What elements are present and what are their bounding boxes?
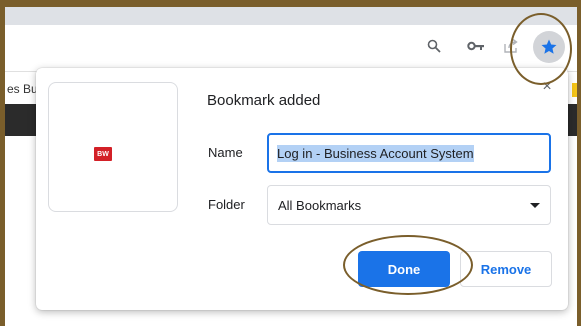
- bookmark-item[interactable]: es Bu: [7, 82, 38, 96]
- annotation-circle: [343, 235, 473, 295]
- bookmark-added-dialog: BW Bookmark added × Name Log in - Busine…: [36, 68, 568, 310]
- frame-border: [0, 0, 5, 326]
- folder-select-value: All Bookmarks: [278, 197, 362, 213]
- tab-strip: [5, 7, 577, 25]
- page-thumbnail: BW: [48, 82, 178, 212]
- frame-border: [0, 0, 581, 7]
- folder-select[interactable]: All Bookmarks: [267, 185, 551, 225]
- name-label: Name: [208, 145, 243, 160]
- browser-window: es Bu BW Bookmark added × Name Log in - …: [0, 0, 581, 326]
- zoom-icon[interactable]: [424, 36, 444, 56]
- site-logo: BW: [94, 147, 112, 161]
- chevron-down-icon: [530, 202, 540, 208]
- address-toolbar: [5, 25, 577, 71]
- annotation-circle: [510, 13, 572, 85]
- folder-label: Folder: [208, 197, 245, 212]
- bookmark-name-input[interactable]: Log in - Business Account System: [267, 133, 551, 173]
- key-icon[interactable]: [466, 36, 486, 56]
- dialog-title: Bookmark added: [207, 92, 321, 109]
- frame-border: [577, 0, 581, 326]
- remove-button[interactable]: Remove: [460, 251, 552, 287]
- bookmark-name-value: Log in - Business Account System: [277, 144, 474, 162]
